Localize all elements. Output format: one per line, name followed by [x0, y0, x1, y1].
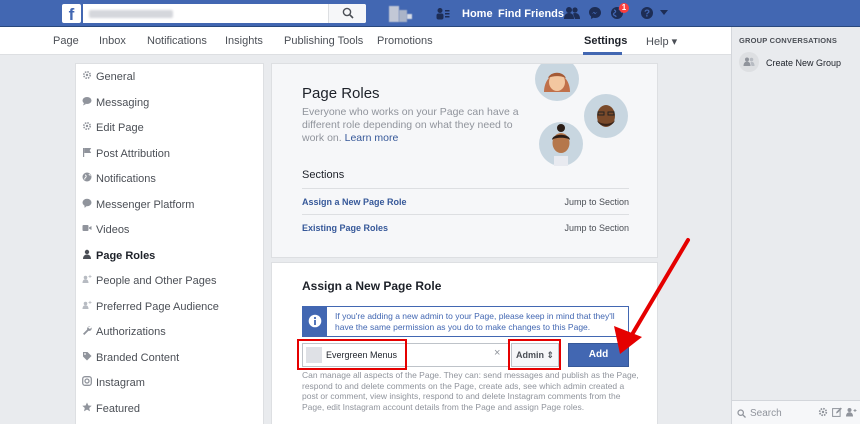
- tab-page[interactable]: Page: [53, 35, 79, 47]
- gear-icon: [82, 70, 92, 80]
- search-input[interactable]: [83, 4, 366, 23]
- wrench-icon: [83, 326, 92, 335]
- sidebar-item-instagram[interactable]: Instagram: [76, 370, 263, 395]
- search-button[interactable]: [328, 4, 366, 23]
- sidebar-item-edit-page[interactable]: Edit Page: [76, 115, 263, 140]
- pages-feed-icon[interactable]: [436, 7, 450, 20]
- page-title: Page Roles: [302, 85, 380, 102]
- assign-role-heading: Assign a New Page Role: [302, 279, 442, 293]
- find-friends-link[interactable]: Find Friends: [498, 8, 564, 20]
- globe-icon: [82, 172, 92, 182]
- active-tab-indicator: [583, 52, 622, 55]
- create-new-group-link[interactable]: Create New Group: [766, 58, 841, 68]
- video-icon: [82, 225, 92, 231]
- tab-notifications[interactable]: Notifications: [147, 35, 207, 47]
- add-button[interactable]: Add: [568, 343, 629, 367]
- profile-avatar[interactable]: [389, 6, 430, 22]
- sidebar-item-notifications[interactable]: Notifications: [76, 166, 263, 191]
- jump-to-section-link[interactable]: Jump to Section: [564, 223, 629, 233]
- sidebar-item-authorizations[interactable]: Authorizations: [76, 319, 263, 344]
- info-icon: [308, 314, 322, 328]
- sidebar-item-messaging[interactable]: Messaging: [76, 90, 263, 115]
- admin-info-notice: If you're adding a new admin to your Pag…: [302, 306, 629, 337]
- messenger-icon[interactable]: [588, 6, 602, 20]
- svg-text:?: ?: [644, 9, 650, 20]
- search-icon: [342, 7, 354, 19]
- tab-settings[interactable]: Settings: [584, 35, 627, 47]
- chat-search-placeholder: Search: [750, 408, 782, 419]
- tab-insights[interactable]: Insights: [225, 35, 263, 47]
- compose-icon[interactable]: [832, 407, 842, 417]
- sidebar-item-videos[interactable]: Videos: [76, 217, 263, 242]
- page-roles-description: Everyone who works on your Page can have…: [302, 106, 519, 144]
- tab-publishing-tools[interactable]: Publishing Tools: [284, 35, 363, 47]
- section-row-assign: Assign a New Page Role Jump to Section: [302, 188, 629, 214]
- top-bar: f Home Find Friends 1 ?: [0, 0, 860, 27]
- assign-page-role-card: Assign a New Page Role If you're adding …: [271, 262, 658, 424]
- help-question-icon[interactable]: ?: [640, 6, 654, 20]
- star-icon: [82, 402, 92, 411]
- friend-requests-icon[interactable]: [564, 6, 580, 20]
- chat-search-bar[interactable]: Search: [732, 400, 860, 424]
- search-icon: [737, 409, 746, 418]
- home-link[interactable]: Home: [462, 8, 493, 20]
- flag-icon: [83, 147, 92, 157]
- sidebar-item-people-and-other-pages[interactable]: People and Other Pages: [76, 268, 263, 293]
- instagram-icon: [82, 376, 92, 386]
- info-icon-box: [303, 307, 327, 336]
- page-roles-intro-card: Page Roles Everyone who works on your Pa…: [271, 63, 658, 258]
- clear-input-button[interactable]: ×: [494, 347, 500, 359]
- existing-roles-section-link[interactable]: Existing Page Roles: [302, 223, 388, 233]
- tab-inbox[interactable]: Inbox: [99, 35, 126, 47]
- notification-count-badge: 1: [619, 3, 629, 13]
- tab-promotions[interactable]: Promotions: [377, 35, 433, 47]
- sidebar-item-preferred-page-audience[interactable]: Preferred Page Audience: [76, 294, 263, 319]
- people-icon: [82, 274, 92, 283]
- highlight-name-input: [297, 339, 407, 370]
- page-navigation: Page Inbox Notifications Insights Publis…: [0, 27, 731, 55]
- group-options-icon[interactable]: [846, 407, 857, 417]
- sidebar-item-general[interactable]: General: [76, 64, 263, 89]
- assign-section-link[interactable]: Assign a New Page Role: [302, 197, 407, 207]
- facebook-logo[interactable]: f: [62, 4, 81, 23]
- sidebar-item-branded-content[interactable]: Branded Content: [76, 345, 263, 370]
- create-group-avatar[interactable]: [739, 52, 759, 72]
- help-menu[interactable]: Help ▾: [646, 35, 677, 48]
- sidebar-item-page-roles[interactable]: Page Roles: [76, 243, 263, 268]
- role-avatars-illustration: [535, 64, 628, 166]
- person-icon: [83, 249, 91, 259]
- sidebar-item-messenger-platform[interactable]: Messenger Platform: [76, 192, 263, 217]
- chat-sidebar: GROUP CONVERSATIONS Create New Group Sea…: [731, 27, 860, 424]
- group-conversations-heading: GROUP CONVERSATIONS: [739, 36, 838, 45]
- people-icon: [82, 300, 92, 309]
- sidebar-item-post-attribution[interactable]: Post Attribution: [76, 141, 263, 166]
- account-dropdown-icon[interactable]: [660, 10, 668, 16]
- learn-more-link[interactable]: Learn more: [345, 132, 399, 144]
- gear-icon[interactable]: [818, 407, 828, 417]
- section-row-existing: Existing Page Roles Jump to Section: [302, 214, 629, 240]
- settings-sidebar: General Messaging Edit Page Post Attribu…: [75, 63, 264, 424]
- gear-icon: [82, 121, 92, 131]
- admin-info-text: If you're adding a new admin to your Pag…: [335, 311, 615, 332]
- group-add-icon: [743, 57, 755, 66]
- role-permissions-description: Can manage all aspects of the Page. They…: [302, 370, 639, 412]
- jump-to-section-link[interactable]: Jump to Section: [564, 197, 629, 207]
- highlight-role-select: [508, 339, 561, 370]
- sections-heading: Sections: [302, 169, 345, 181]
- sidebar-item-featured[interactable]: Featured: [76, 396, 263, 421]
- chat-icon: [82, 96, 92, 105]
- search-query-redacted: [89, 10, 173, 18]
- messenger-bubble-icon: [82, 198, 92, 208]
- tag-icon: [83, 351, 92, 360]
